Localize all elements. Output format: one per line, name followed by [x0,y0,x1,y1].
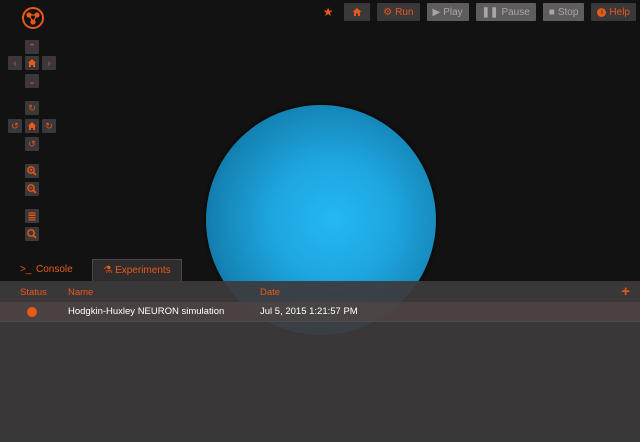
list-button[interactable] [25,209,39,223]
play-button[interactable]: ▶ Play [426,3,469,21]
pan-home-button[interactable] [25,56,39,70]
column-header-name: Name [68,287,94,298]
run-label: Run [395,6,414,18]
rotate-left-button[interactable]: ↺ [8,119,22,133]
pan-down-button[interactable]: ⌄ [25,74,39,88]
3d-viewport[interactable]: ★ ⚙ Run ▶ Play ❚❚ Pause ■ Stop i Help ⌃ … [0,0,640,442]
home-button[interactable] [344,3,371,21]
column-header-date: Date [260,287,281,298]
home-icon [28,59,36,67]
zoom-out-button[interactable] [25,182,39,196]
zoom-in-button[interactable] [25,164,39,178]
search-icon [27,229,37,239]
experiment-name: Hodgkin-Huxley NEURON simulation [68,306,225,317]
top-toolbar: ★ ⚙ Run ▶ Play ❚❚ Pause ■ Stop i Help [318,3,636,21]
pause-icon: ❚❚ [481,6,499,18]
stop-icon: ■ [548,6,555,18]
stop-label: Stop [557,6,579,18]
zoom-out-icon [27,184,37,194]
chevron-left-icon: ‹ [13,58,17,68]
bottom-tabs: >_ Console ⚗ Experiments [0,259,640,281]
run-button[interactable]: ⚙ Run [377,3,420,21]
tab-console-label: Console [36,264,73,275]
experiment-date: Jul 5, 2015 1:21:57 PM [260,306,358,317]
cogs-icon: ⚙ [383,6,393,18]
tab-console[interactable]: >_ Console [0,259,88,281]
help-label: Help [609,6,630,18]
rotate-right-icon: ↻ [45,121,53,131]
help-button[interactable]: i Help [591,3,636,21]
experiments-panel: Status Name Date + Hodgkin-Huxley NEURON… [0,281,640,442]
zoom-in-icon [27,166,37,176]
home-icon [352,8,362,16]
chevron-right-icon: › [47,58,51,68]
pan-left-button[interactable]: ‹ [8,56,22,70]
table-row[interactable]: Hodgkin-Huxley NEURON simulation Jul 5, … [0,302,640,322]
list-icon [28,212,36,221]
rotate-down-button[interactable]: ↺ [25,137,39,151]
rotate-right-button[interactable]: ↻ [42,119,56,133]
rotate-home-button[interactable] [25,119,39,133]
tab-experiments-label: Experiments [115,265,171,276]
tab-experiments[interactable]: ⚗ Experiments [92,259,182,281]
play-label: Play [443,6,463,18]
chevron-up-icon: ⌃ [28,42,36,52]
pan-right-button[interactable]: › [42,56,56,70]
info-icon: i [597,7,607,17]
geppetto-logo-icon [21,6,45,30]
column-header-status: Status [20,287,47,298]
chevron-down-icon: ⌄ [28,76,36,86]
status-indicator [27,307,37,317]
stop-button[interactable]: ■ Stop [542,3,585,21]
rotate-up-button[interactable]: ↻ [25,101,39,115]
pause-label: Pause [501,6,530,18]
star-icon[interactable]: ★ [318,5,338,19]
pause-button[interactable]: ❚❚ Pause [475,3,536,21]
pan-up-button[interactable]: ⌃ [25,40,39,54]
rotate-left-icon: ↺ [11,121,19,131]
terminal-icon: >_ [20,264,32,275]
flask-icon: ⚗ [103,265,113,276]
rotate-up-icon: ↻ [28,103,36,113]
play-icon: ▶ [432,6,441,18]
home-icon [28,122,36,130]
add-experiment-button[interactable]: + [621,283,630,300]
rotate-down-icon: ↺ [28,139,36,149]
plus-icon: + [621,283,630,300]
search-button[interactable] [25,227,39,241]
